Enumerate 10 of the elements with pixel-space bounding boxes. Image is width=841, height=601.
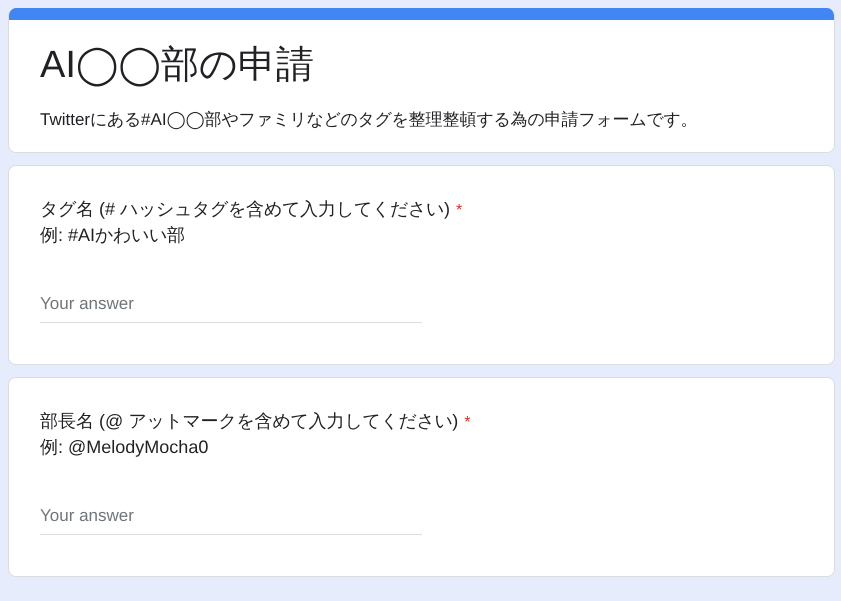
- answer-field[interactable]: Your answer: [40, 502, 422, 535]
- question-title: タグ名 (# ハッシュタグを含めて入力してください): [40, 199, 450, 219]
- question-title: 部長名 (@ アットマークを含めて入力してください): [40, 411, 458, 431]
- question-hint: 例: @MelodyMocha0: [40, 436, 208, 459]
- required-asterisk: *: [464, 414, 470, 431]
- answer-field[interactable]: Your answer: [40, 290, 422, 323]
- form-title: AI◯◯部の申請: [40, 43, 314, 88]
- required-asterisk: *: [456, 202, 462, 219]
- question-hint: 例: #AIかわいい部: [40, 224, 186, 247]
- form-description: Twitterにある#AI◯◯部やファミリなどのタグを整理整頓する為の申請フォームです。: [40, 109, 698, 132]
